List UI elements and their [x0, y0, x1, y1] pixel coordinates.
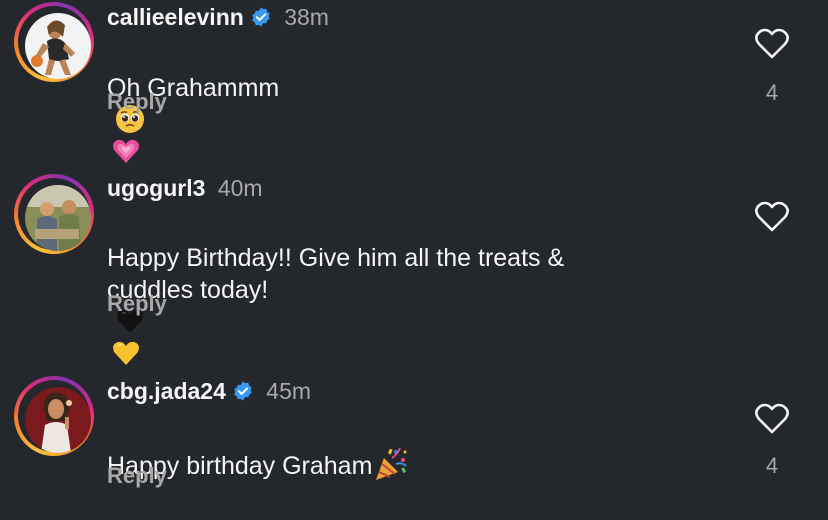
comment-item: callieelevinn 38m Oh Grahammm Reply 4	[0, 0, 828, 163]
reply-button[interactable]: Reply	[107, 291, 167, 317]
comment-header: callieelevinn 38m	[107, 3, 329, 31]
avatar	[25, 387, 91, 453]
username[interactable]: callieelevinn	[107, 4, 244, 30]
reply-button[interactable]: Reply	[107, 89, 167, 115]
heart-icon[interactable]	[754, 201, 790, 233]
heart-icon[interactable]	[754, 403, 790, 435]
avatar	[25, 185, 91, 251]
heart-icon[interactable]	[754, 28, 790, 60]
avatar-story-ring[interactable]	[14, 2, 94, 82]
comment-text-block: Happy Birthday!! Give him all the treats…	[107, 210, 727, 370]
avatar	[25, 13, 91, 79]
reply-button[interactable]: Reply	[107, 463, 167, 489]
comment-time: 38m	[284, 4, 329, 30]
comment-time: 45m	[266, 378, 312, 404]
like-count: 4	[765, 453, 779, 478]
comment-item: cbg.jada24 45m Happy birthday Graham Rep…	[0, 376, 828, 520]
yellow-heart-emoji	[113, 341, 139, 365]
username[interactable]: ugogurl3	[107, 175, 205, 201]
like-count: 4	[765, 80, 779, 105]
verified-badge-icon	[234, 381, 252, 401]
comment-time: 40m	[217, 175, 263, 201]
comment-header: cbg.jada24 45m	[107, 377, 311, 405]
comment-item: ugogurl3 40m Happy Birthday!! Give him a…	[0, 172, 828, 365]
comment-header: ugogurl3 40m	[107, 174, 263, 202]
verified-badge-icon	[252, 7, 270, 27]
growing-heart-emoji	[113, 139, 139, 163]
party-popper-emoji	[376, 447, 408, 480]
comment-text: Happy Birthday!! Give him all the treats…	[107, 244, 565, 304]
username[interactable]: cbg.jada24	[107, 378, 226, 404]
avatar-story-ring[interactable]	[14, 376, 94, 456]
avatar-story-ring[interactable]	[14, 174, 94, 254]
